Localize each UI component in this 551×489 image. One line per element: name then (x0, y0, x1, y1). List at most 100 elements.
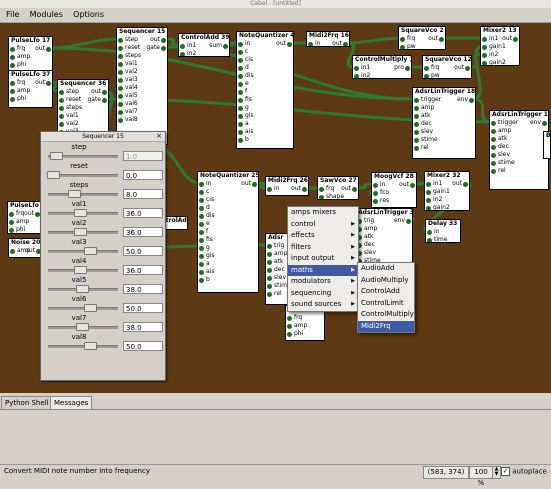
input-port-icon[interactable] (414, 129, 419, 135)
input-port-icon[interactable] (319, 194, 324, 199)
output-port-icon[interactable] (406, 218, 411, 224)
input-port-icon[interactable] (118, 117, 123, 123)
input-port-icon[interactable] (118, 53, 123, 59)
input-port-icon[interactable] (10, 248, 15, 254)
submenu-item[interactable]: ControlMultiply (358, 309, 414, 321)
module-delay33[interactable]: Delay 33 in time (425, 219, 461, 243)
input-port-icon[interactable] (180, 43, 185, 49)
context-menu-item[interactable]: maths ▶ (288, 264, 358, 276)
module-sequencer15[interactable]: Sequencer 15 step out reset gate steps val1 val… (116, 27, 168, 145)
sequencer-value-field[interactable]: 1.0 (123, 151, 163, 161)
sequencer-value-field[interactable]: 38.0 (123, 284, 163, 294)
module-sawvco27[interactable]: SawVco 27 frq out shape (317, 176, 359, 200)
input-port-icon[interactable] (199, 245, 204, 251)
context-menu-item[interactable]: modulators ▶ (288, 276, 358, 288)
input-port-icon[interactable] (267, 243, 272, 249)
input-port-icon[interactable] (10, 88, 15, 94)
module-pulselfo37[interactable]: PulseLfo 37 frq out amp phi (8, 70, 53, 108)
input-port-icon[interactable] (10, 96, 15, 102)
input-port-icon[interactable] (238, 89, 243, 95)
input-port-icon[interactable] (400, 36, 405, 42)
input-port-icon[interactable] (308, 41, 313, 46)
input-port-icon[interactable] (414, 105, 419, 111)
input-port-icon[interactable] (491, 136, 496, 142)
output-port-icon[interactable] (161, 45, 166, 51)
input-port-icon[interactable] (9, 227, 14, 233)
input-port-icon[interactable] (491, 152, 496, 158)
slider-track[interactable] (48, 307, 118, 310)
module-squarevco12[interactable]: SquareVco 12 frq out pw (422, 55, 472, 79)
input-port-icon[interactable] (238, 121, 243, 127)
maths-submenu[interactable]: AudioAdd AudioMultiply ControlAdd ControlLi… (357, 262, 415, 333)
menu-file[interactable]: File (2, 8, 23, 22)
sequencer-value-field[interactable]: 0.0 (123, 170, 163, 180)
output-port-icon[interactable] (469, 97, 474, 103)
messages-panel[interactable] (0, 409, 551, 465)
input-port-icon[interactable] (238, 73, 243, 79)
input-port-icon[interactable] (400, 44, 405, 49)
output-port-icon[interactable] (102, 89, 107, 95)
slider-handle[interactable] (75, 285, 89, 293)
input-port-icon[interactable] (10, 46, 15, 52)
input-port-icon[interactable] (59, 89, 64, 95)
output-port-icon[interactable] (287, 41, 292, 47)
input-port-icon[interactable] (10, 62, 15, 68)
slider-handle[interactable] (75, 323, 89, 331)
input-port-icon[interactable] (414, 113, 419, 119)
input-port-icon[interactable] (59, 97, 64, 103)
slider-handle[interactable] (74, 228, 87, 236)
module-butn[interactable]: Butt (543, 131, 551, 159)
input-port-icon[interactable] (491, 120, 496, 126)
output-port-icon[interactable] (439, 36, 444, 42)
input-port-icon[interactable] (199, 221, 204, 227)
sequencer-value-field[interactable]: 36.0 (123, 227, 163, 237)
slider-track[interactable] (48, 193, 118, 196)
input-port-icon[interactable] (373, 190, 378, 196)
input-port-icon[interactable] (118, 69, 123, 75)
slider-handle[interactable] (84, 342, 98, 350)
input-port-icon[interactable] (59, 121, 64, 127)
input-port-icon[interactable] (9, 211, 14, 217)
menu-options[interactable]: Options (69, 8, 108, 22)
autoplace-checkbox[interactable]: ✓ (501, 467, 510, 476)
input-port-icon[interactable] (238, 57, 243, 63)
module-moogvcf28[interactable]: MoogVcf 28 in out fco res (371, 172, 417, 208)
input-port-icon[interactable] (180, 51, 185, 56)
input-port-icon[interactable] (238, 41, 243, 47)
module-noise20[interactable]: Noise 20 amp out (8, 238, 43, 258)
input-port-icon[interactable] (354, 73, 359, 78)
submenu-item[interactable]: ControlAdd (358, 286, 414, 298)
input-port-icon[interactable] (414, 97, 419, 103)
module-midi2frq16[interactable]: Midi2Frq 16 in out (306, 31, 350, 47)
input-port-icon[interactable] (238, 65, 243, 71)
input-port-icon[interactable] (199, 277, 204, 283)
module-controladd39[interactable]: ControlAdd 39 in1 sum in2 (178, 33, 230, 57)
input-port-icon[interactable] (238, 113, 243, 119)
input-port-icon[interactable] (414, 137, 419, 143)
output-port-icon[interactable] (343, 41, 348, 46)
slider-handle[interactable] (84, 247, 98, 255)
input-port-icon[interactable] (238, 137, 243, 143)
zoom-field[interactable]: 100 % (469, 466, 493, 487)
input-port-icon[interactable] (118, 101, 123, 107)
input-port-icon[interactable] (10, 80, 15, 86)
input-port-icon[interactable] (373, 182, 378, 188)
autoplace-toggle[interactable]: ✓ autoplace (501, 467, 547, 476)
sequencer-value-field[interactable]: 50.0 (123, 246, 163, 256)
sequencer-value-field[interactable]: 38.0 (123, 322, 163, 332)
output-port-icon[interactable] (513, 36, 518, 42)
zoom-spinner-icon[interactable]: ▲ ▼ (492, 466, 501, 479)
output-port-icon[interactable] (46, 46, 51, 52)
input-port-icon[interactable] (267, 267, 272, 273)
submenu-item[interactable]: AudioMultiply (358, 275, 414, 287)
output-port-icon[interactable] (102, 97, 107, 103)
input-port-icon[interactable] (118, 85, 123, 91)
module-notequantizer25[interactable]: NoteQuantizer 25 in out c cis d dis e f fis g gis a a… (197, 171, 259, 293)
input-port-icon[interactable] (426, 197, 431, 203)
input-port-icon[interactable] (427, 229, 432, 235)
output-port-icon[interactable] (161, 37, 166, 43)
submenu-item[interactable]: Midi2Frq (358, 320, 414, 332)
module-adsrlintrigger18[interactable]: AdsrLinTrigger 18 trigger env amp atk dec slev… (412, 87, 476, 159)
input-port-icon[interactable] (426, 205, 431, 210)
input-port-icon[interactable] (238, 49, 243, 55)
